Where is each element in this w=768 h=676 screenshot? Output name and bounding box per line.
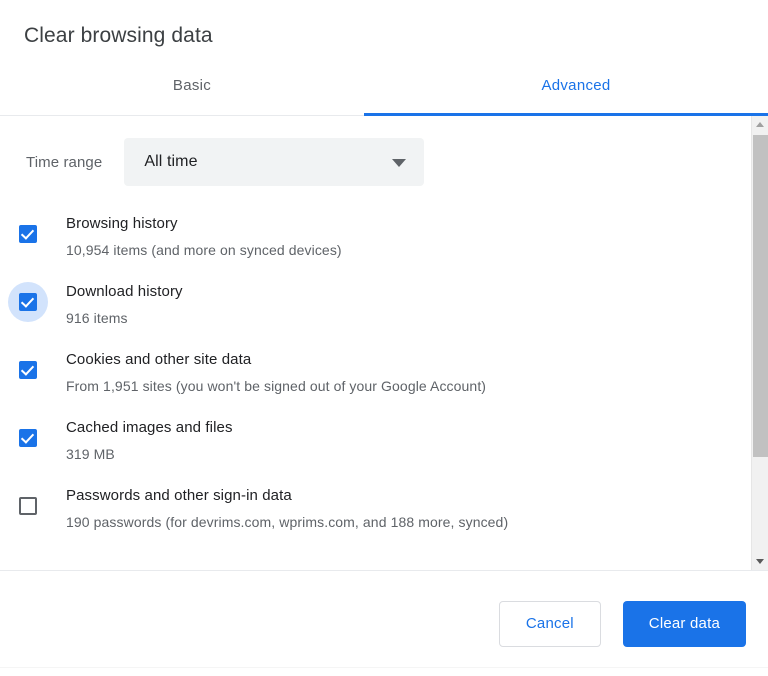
list-item-subtitle: 10,954 items (and more on synced devices… bbox=[66, 242, 342, 258]
check-icon bbox=[20, 430, 35, 444]
time-range-label: Time range bbox=[26, 153, 103, 171]
bottom-divider bbox=[0, 667, 768, 668]
scroll-up-arrow-glyph bbox=[756, 122, 764, 127]
checkbox-passwords[interactable] bbox=[8, 486, 48, 526]
clear-browsing-data-dialog: Clear browsing data Basic Advanced Time … bbox=[0, 0, 768, 676]
list-item-subtitle: From 1,951 sites (you won't be signed ou… bbox=[66, 378, 487, 394]
list-item-cached-images[interactable]: Cached images and files 319 MB bbox=[0, 406, 751, 474]
list-item-text: Download history 916 items bbox=[48, 278, 183, 330]
checkbox-icon bbox=[19, 497, 37, 515]
scroll-up-arrow-icon[interactable] bbox=[752, 116, 768, 133]
list-item-cookies[interactable]: Cookies and other site data From 1,951 s… bbox=[0, 338, 751, 406]
list-item-subtitle: 190 passwords (for devrims.com, wprims.c… bbox=[66, 514, 509, 530]
checkbox-browsing-history[interactable] bbox=[8, 214, 48, 254]
check-icon bbox=[20, 226, 35, 240]
list-item-text: Cached images and files 319 MB bbox=[48, 414, 233, 466]
scrollable-content: Time range All time Browsing history 10,… bbox=[0, 116, 751, 570]
list-item-passwords[interactable]: Passwords and other sign-in data 190 pas… bbox=[0, 474, 751, 542]
list-item-text: Passwords and other sign-in data 190 pas… bbox=[48, 482, 508, 534]
time-range-select[interactable]: All time bbox=[124, 138, 425, 186]
dialog-footer: Cancel Clear data bbox=[0, 570, 768, 676]
list-item-download-history[interactable]: Download history 916 items bbox=[0, 270, 751, 338]
page-title: Clear browsing data bbox=[24, 24, 213, 47]
data-type-list: Browsing history 10,954 items (and more … bbox=[0, 186, 751, 542]
list-item-subtitle: 916 items bbox=[66, 310, 128, 326]
check-icon bbox=[20, 362, 35, 376]
list-item-title: Cached images and files bbox=[66, 419, 233, 436]
dialog-body: Time range All time Browsing history 10,… bbox=[0, 116, 768, 570]
list-item-text: Cookies and other site data From 1,951 s… bbox=[48, 346, 486, 398]
chevron-down-icon bbox=[392, 159, 407, 167]
checkbox-icon bbox=[19, 225, 37, 243]
list-item-title: Cookies and other site data bbox=[66, 351, 252, 368]
list-item-subtitle: 319 MB bbox=[66, 446, 115, 462]
checkbox-icon bbox=[19, 361, 37, 379]
time-range-value: All time bbox=[144, 153, 198, 170]
checkbox-icon bbox=[19, 293, 37, 311]
checkbox-icon bbox=[19, 429, 37, 447]
list-item-title: Browsing history bbox=[66, 215, 178, 232]
scrollbar-thumb[interactable] bbox=[753, 135, 768, 457]
list-item-browsing-history[interactable]: Browsing history 10,954 items (and more … bbox=[0, 202, 751, 270]
list-item-title: Download history bbox=[66, 283, 183, 300]
time-range-row: Time range All time bbox=[0, 116, 751, 186]
checkbox-download-history[interactable] bbox=[8, 282, 48, 322]
tab-basic[interactable]: Basic bbox=[0, 76, 384, 98]
check-icon bbox=[20, 294, 35, 308]
checkbox-cookies[interactable] bbox=[8, 350, 48, 390]
list-item-text: Browsing history 10,954 items (and more … bbox=[48, 210, 342, 262]
vertical-scrollbar[interactable] bbox=[751, 116, 768, 570]
clear-data-button[interactable]: Clear data bbox=[622, 600, 746, 647]
scroll-down-arrow-glyph bbox=[756, 559, 764, 564]
checkbox-cached-images[interactable] bbox=[8, 418, 48, 458]
cancel-button[interactable]: Cancel bbox=[498, 600, 601, 647]
tab-bar: Basic Advanced bbox=[0, 58, 768, 116]
scroll-down-arrow-icon[interactable] bbox=[752, 553, 768, 570]
list-item-title: Passwords and other sign-in data bbox=[66, 487, 292, 504]
tab-advanced[interactable]: Advanced bbox=[384, 76, 768, 98]
